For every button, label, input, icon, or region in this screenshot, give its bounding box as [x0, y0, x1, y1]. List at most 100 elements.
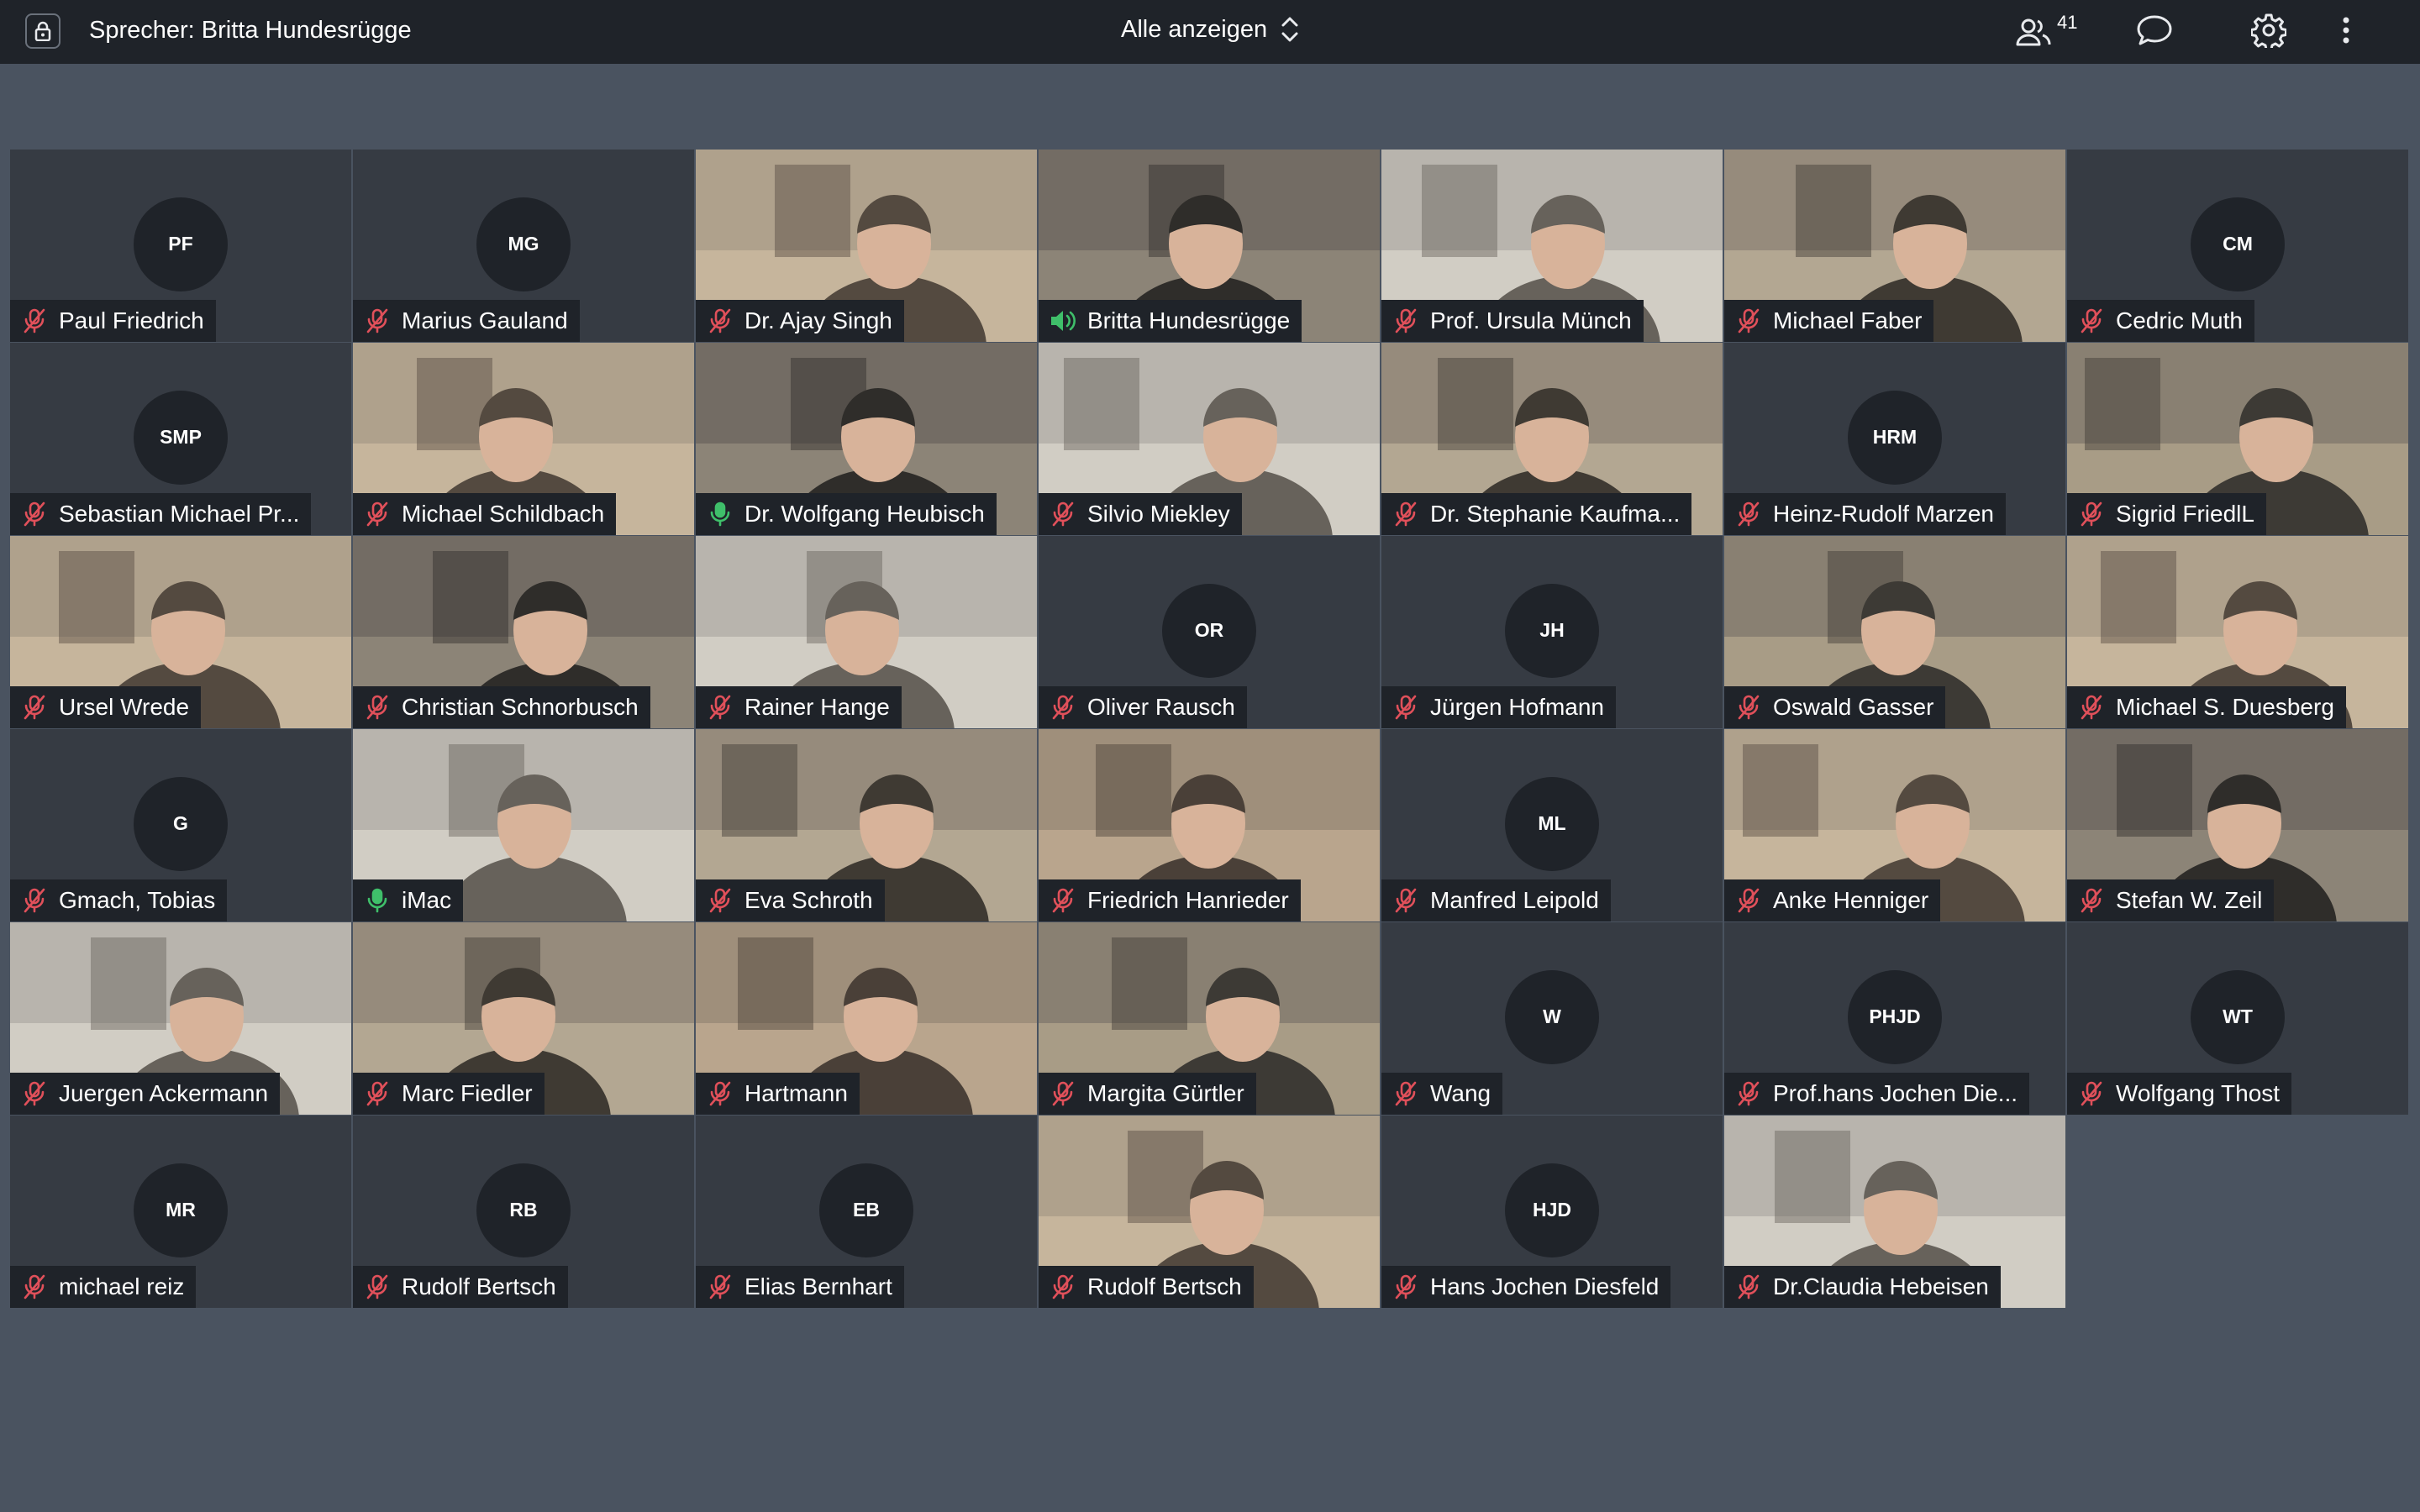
participant-tile[interactable]: Dr. Wolfgang Heubisch [696, 343, 1037, 535]
participant-tile[interactable]: HJD Hans Jochen Diesfeld [1381, 1116, 1723, 1308]
participant-tile[interactable]: Juergen Ackermann [10, 922, 351, 1115]
participant-tile[interactable]: MG Marius Gauland [353, 150, 694, 342]
participant-tile[interactable]: Michael Schildbach [353, 343, 694, 535]
participant-initials-avatar: SMP [134, 390, 228, 485]
participant-name-label: Dr. Stephanie Kaufma... [1381, 493, 1692, 535]
participant-tile[interactable]: G Gmach, Tobias [10, 729, 351, 921]
participant-tile[interactable]: HRM Heinz-Rudolf Marzen [1724, 343, 2065, 535]
participant-tile[interactable]: Sigrid FriedlL [2067, 343, 2408, 535]
participant-tile[interactable]: OR Oliver Rausch [1039, 536, 1380, 728]
participant-name: Jürgen Hofmann [1430, 694, 1605, 720]
participant-name-label: Gmach, Tobias [10, 879, 228, 921]
participant-name: Gmach, Tobias [59, 887, 216, 913]
mic-muted-icon [20, 307, 49, 335]
mic-muted-icon [1392, 1273, 1420, 1301]
participant-name: Rudolf Bertsch [402, 1273, 556, 1299]
participant-name: Dr. Ajay Singh [744, 307, 892, 333]
participant-name: Manfred Leipold [1430, 887, 1599, 913]
mic-muted-icon [20, 886, 49, 915]
mic-muted-icon [363, 693, 392, 722]
participant-name: Juergen Ackermann [59, 1080, 269, 1106]
lock-icon[interactable] [25, 13, 60, 49]
participant-tile[interactable]: Hartmann [696, 922, 1037, 1115]
participant-name-label: Rudolf Bertsch [353, 1266, 568, 1308]
participant-name-label: Anke Henniger [1724, 879, 1941, 921]
mic-muted-icon [1734, 886, 1763, 915]
participant-tile[interactable]: Michael S. Duesberg [2067, 536, 2408, 728]
participant-tile[interactable]: Margita Gürtler [1039, 922, 1380, 1115]
participant-tile[interactable]: Michael Faber [1724, 150, 2065, 342]
participant-name-label: Hartmann [696, 1073, 860, 1115]
participant-name-label: Britta Hundesrügge [1039, 300, 1302, 342]
participant-tile[interactable]: Anke Henniger [1724, 729, 2065, 921]
mic-muted-icon [1392, 886, 1420, 915]
participant-name-label: Friedrich Hanrieder [1039, 879, 1301, 921]
video-grid: PF Paul Friedrich MG Marius Gauland Dr. Ajay… [10, 150, 2410, 1310]
participant-name-label: Juergen Ackermann [10, 1073, 281, 1115]
participant-name-label: Eva Schroth [696, 879, 885, 921]
participant-tile[interactable]: SMP Sebastian Michael Pr... [10, 343, 351, 535]
participant-tile[interactable]: Dr. Ajay Singh [696, 150, 1037, 342]
participant-tile[interactable]: Christian Schnorbusch [353, 536, 694, 728]
participant-name: Prof. Ursula Münch [1430, 307, 1632, 333]
participant-tile[interactable]: Ursel Wrede [10, 536, 351, 728]
participant-tile[interactable]: MR michael reiz [10, 1116, 351, 1308]
participants-button[interactable]: 41 [2015, 12, 2091, 52]
mic-muted-icon [1049, 1273, 1077, 1301]
participant-tile[interactable]: Eva Schroth [696, 729, 1037, 921]
mic-muted-icon [2077, 886, 2106, 915]
participant-tile[interactable]: RB Rudolf Bertsch [353, 1116, 694, 1308]
participant-name: Silvio Miekley [1087, 501, 1230, 527]
participant-name: Michael Faber [1773, 307, 1923, 333]
participant-tile[interactable]: Britta Hundesrügge [1039, 150, 1380, 342]
more-options-button[interactable] [2328, 12, 2365, 52]
participant-name-label: Oliver Rausch [1039, 686, 1247, 728]
participant-tile[interactable]: JH Jürgen Hofmann [1381, 536, 1723, 728]
participant-tile[interactable]: CM Cedric Muth [2067, 150, 2408, 342]
participant-tile[interactable]: Dr. Stephanie Kaufma... [1381, 343, 1723, 535]
participant-tile[interactable]: Stefan W. Zeil [2067, 729, 2408, 921]
mic-on-icon [363, 886, 392, 915]
participant-tile[interactable]: PF Paul Friedrich [10, 150, 351, 342]
participant-name-label: Sebastian Michael Pr... [10, 493, 312, 535]
participant-name-label: Sigrid FriedlL [2067, 493, 2266, 535]
participant-name: michael reiz [59, 1273, 185, 1299]
chat-button[interactable] [2131, 12, 2178, 52]
participant-tile[interactable]: Marc Fiedler [353, 922, 694, 1115]
mic-muted-icon [706, 693, 734, 722]
participant-tile[interactable]: iMac [353, 729, 694, 921]
participant-tile[interactable]: PHJD Prof.hans Jochen Die... [1724, 922, 2065, 1115]
participant-name: Dr. Stephanie Kaufma... [1430, 501, 1681, 527]
participant-name: Hartmann [744, 1080, 848, 1106]
vertical-dots-icon [2341, 16, 2351, 49]
participant-initials-avatar: MR [134, 1163, 228, 1257]
participant-tile[interactable]: Rudolf Bertsch [1039, 1116, 1380, 1308]
mic-muted-icon [1049, 693, 1077, 722]
participant-tile[interactable]: Friedrich Hanrieder [1039, 729, 1380, 921]
settings-button[interactable] [2245, 12, 2292, 52]
participant-name-label: Manfred Leipold [1381, 879, 1611, 921]
participant-tile[interactable]: W Wang [1381, 922, 1723, 1115]
participant-name: Christian Schnorbusch [402, 694, 639, 720]
participant-name: Britta Hundesrügge [1087, 307, 1291, 333]
view-mode-label: Alle anzeigen [1121, 15, 1268, 43]
participant-name-label: Cedric Muth [2067, 300, 2254, 342]
participant-tile[interactable]: Prof. Ursula Münch [1381, 150, 1723, 342]
participant-initials-avatar: HJD [1505, 1163, 1599, 1257]
participant-tile[interactable]: ML Manfred Leipold [1381, 729, 1723, 921]
participant-tile[interactable]: Dr.Claudia Hebeisen [1724, 1116, 2065, 1308]
participant-name: Sigrid FriedlL [2116, 501, 2254, 527]
participant-name: Dr. Wolfgang Heubisch [744, 501, 985, 527]
participant-tile[interactable]: Oswald Gasser [1724, 536, 2065, 728]
participant-tile[interactable]: Rainer Hange [696, 536, 1037, 728]
view-mode-select[interactable]: Alle anzeigen [1121, 15, 1299, 44]
participant-initials-avatar: PHJD [1848, 969, 1942, 1064]
participant-initials-avatar: MG [476, 197, 571, 291]
participant-name-label: Silvio Miekley [1039, 493, 1242, 535]
mic-muted-icon [1392, 500, 1420, 528]
participant-name: Wolfgang Thost [2116, 1080, 2281, 1106]
participant-tile[interactable]: Silvio Miekley [1039, 343, 1380, 535]
participant-name-label: Stefan W. Zeil [2067, 879, 2275, 921]
participant-tile[interactable]: EB Elias Bernhart [696, 1116, 1037, 1308]
participant-tile[interactable]: WT Wolfgang Thost [2067, 922, 2408, 1115]
